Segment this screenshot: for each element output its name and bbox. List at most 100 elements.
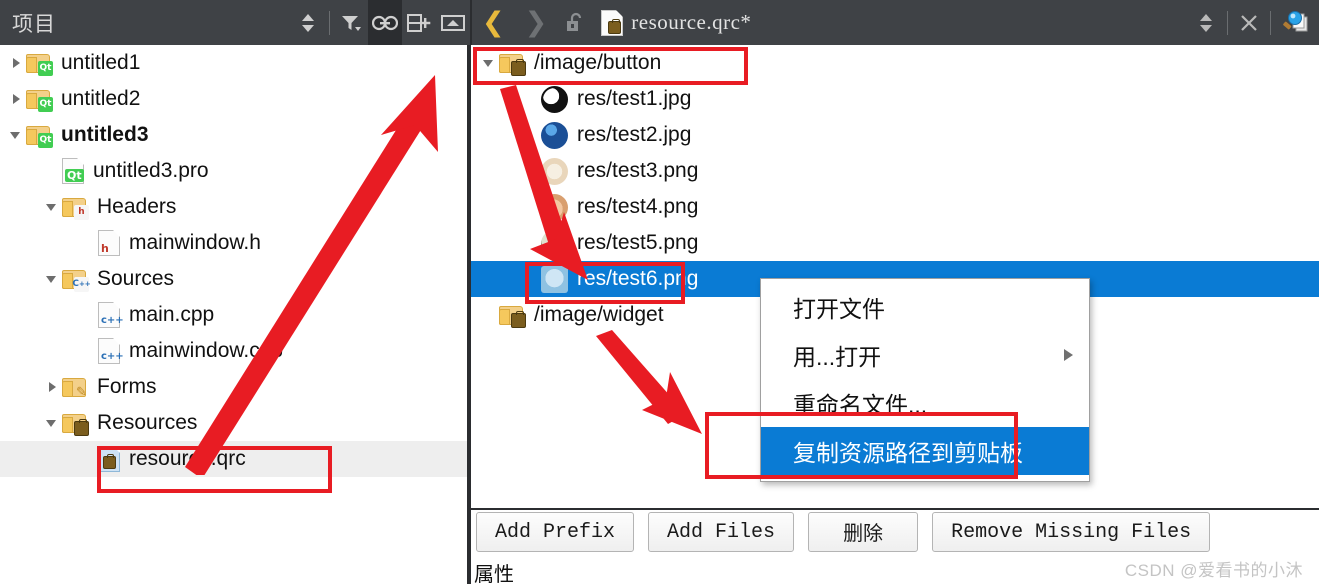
top-toolbar: 项目 ❮ ❯ resource.qrc* <box>0 0 1319 45</box>
expand-twisty-icon[interactable] <box>8 55 24 71</box>
remove-button[interactable]: 删除 <box>808 512 919 552</box>
qt-badge-icon: Qt <box>38 132 53 148</box>
resource-item-res-test5-png[interactable]: res/test5.png <box>471 225 1319 261</box>
context-menu-item-label: 复制资源路径到剪贴板 <box>793 440 1023 466</box>
app-window: 项目 ❮ ❯ resource.qrc* Qt untitled1 Qt unt… <box>0 0 1319 584</box>
back-arrow-icon[interactable]: ❮ <box>472 9 515 36</box>
context-menu-item-item[interactable]: 用...打开 <box>761 331 1089 379</box>
tree-item-label: mainwindow.cpp <box>129 339 284 362</box>
expand-twisty-icon[interactable] <box>8 91 24 107</box>
context-menu-item-item[interactable]: 复制资源路径到剪贴板 <box>761 427 1089 475</box>
image-thumbnail-icon <box>541 157 568 185</box>
project-item-mainwindow-h[interactable]: h mainwindow.h <box>0 225 467 261</box>
forward-arrow-icon[interactable]: ❯ <box>515 9 558 36</box>
image-thumbnail-icon <box>541 265 568 293</box>
briefcase-badge-icon <box>608 18 622 34</box>
tree-item-label: main.cpp <box>129 303 215 326</box>
link-sync-icon[interactable] <box>368 0 402 45</box>
editor-toolbar: ❮ ❯ resource.qrc* <box>470 0 1319 45</box>
tree-item-label: Headers <box>97 195 177 218</box>
file-pro-icon: Qt <box>62 158 84 184</box>
context-menu-item-label: 打开文件 <box>793 296 885 322</box>
context-menu-item-label: 用...打开 <box>793 344 882 370</box>
image-thumbnail-icon <box>541 193 568 221</box>
folder-cpp-icon: C ++ <box>62 269 91 292</box>
submenu-chevron-icon <box>1064 349 1073 361</box>
collapse-twisty-icon[interactable] <box>481 55 497 71</box>
filter-icon[interactable] <box>334 0 368 45</box>
context-menu-item-item[interactable]: 重命名文件... <box>761 379 1089 427</box>
remove-missing-files-button[interactable]: Remove Missing Files <box>932 512 1211 552</box>
collapse-twisty-icon[interactable] <box>44 199 60 215</box>
toolbar-divider-3 <box>1270 10 1271 35</box>
context-menu-item-item[interactable]: 打开文件 <box>761 283 1089 331</box>
tree-item-label: untitled2 <box>61 87 141 110</box>
split-updown-icon[interactable] <box>1189 0 1223 45</box>
resource-item-res-test2-jpg[interactable]: res/test2.jpg <box>471 117 1319 153</box>
project-panel-title: 项目 <box>12 12 56 36</box>
toolbar-divider-1 <box>329 10 330 35</box>
unlock-icon[interactable] <box>557 0 591 45</box>
qrc-file-icon <box>601 9 624 36</box>
cpp-badge-icon: C ++ <box>72 276 91 292</box>
collapse-twisty-icon[interactable] <box>8 127 24 143</box>
file-qrc-icon <box>98 446 120 472</box>
folder-qt-icon: Qt <box>26 53 53 76</box>
project-item-untitled3[interactable]: Qt untitled3 <box>0 117 467 153</box>
sort-updown-icon[interactable] <box>291 0 325 45</box>
tree-item-label: /image/widget <box>534 303 664 326</box>
tree-item-label: res/test3.png <box>577 159 699 182</box>
project-item-untitled1[interactable]: Qt untitled1 <box>0 45 467 81</box>
resource-item-res-test4-png[interactable]: res/test4.png <box>471 189 1319 225</box>
folder-prefix-icon <box>499 305 526 328</box>
pencil-badge-icon: ✎ <box>76 384 87 400</box>
header-badge-icon: h <box>74 204 89 220</box>
main-body: Qt untitled1 Qt untitled2 Qt untitled3 Qt untit… <box>0 45 1319 584</box>
collapse-panel-icon[interactable] <box>436 0 470 45</box>
add-files-button[interactable]: Add Files <box>648 512 795 552</box>
resource-item-res-test1-jpg[interactable]: res/test1.jpg <box>471 81 1319 117</box>
project-tree[interactable]: Qt untitled1 Qt untitled2 Qt untitled3 Qt untit… <box>0 45 467 477</box>
collapse-twisty-icon[interactable] <box>44 415 60 431</box>
image-thumbnail-icon <box>541 121 568 149</box>
project-item-resource-qrc[interactable]: resource.qrc <box>0 441 467 477</box>
qt-badge-icon: Qt <box>38 96 53 112</box>
close-icon[interactable] <box>1232 0 1266 45</box>
toolbar-divider-2 <box>1227 10 1228 35</box>
context-menu[interactable]: 打开文件用...打开重命名文件... 复制资源路径到剪贴板 <box>760 278 1090 482</box>
folder-qt-icon: Qt <box>26 125 53 148</box>
document-title: resource.qrc* <box>631 10 752 34</box>
briefcase-badge-icon <box>511 58 526 76</box>
folder-prefix-icon <box>499 53 526 76</box>
folder-ui-icon: ✎ <box>62 377 88 400</box>
project-item-mainwindow-cpp[interactable]: c++ mainwindow.cpp <box>0 333 467 369</box>
split-add-icon[interactable] <box>402 0 436 45</box>
tree-item-label: res/test2.jpg <box>577 123 692 146</box>
search-documents-icon[interactable] <box>1275 0 1319 45</box>
image-thumbnail-icon <box>541 229 568 257</box>
collapse-twisty-icon[interactable] <box>44 271 60 287</box>
project-item-main-cpp[interactable]: c++ main.cpp <box>0 297 467 333</box>
project-item-untitled3-pro[interactable]: Qt untitled3.pro <box>0 153 467 189</box>
file-cpp-icon: c++ <box>98 338 124 364</box>
project-item-untitled2[interactable]: Qt untitled2 <box>0 81 467 117</box>
resource-item-res-test3-png[interactable]: res/test3.png <box>471 153 1319 189</box>
resource-item-image-button[interactable]: /image/button <box>471 45 1319 81</box>
project-tree-panel[interactable]: Qt untitled1 Qt untitled2 Qt untitled3 Qt untit… <box>0 45 467 584</box>
project-item-forms[interactable]: ✎ Forms <box>0 369 467 405</box>
add-prefix-button[interactable]: Add Prefix <box>476 512 635 552</box>
project-item-headers[interactable]: h Headers <box>0 189 467 225</box>
tree-item-label: Forms <box>97 375 157 398</box>
project-item-sources[interactable]: C ++ Sources <box>0 261 467 297</box>
expand-twisty-icon[interactable] <box>44 379 60 395</box>
project-item-resources[interactable]: Resources <box>0 405 467 441</box>
context-menu-item-label: 重命名文件... <box>793 392 928 418</box>
